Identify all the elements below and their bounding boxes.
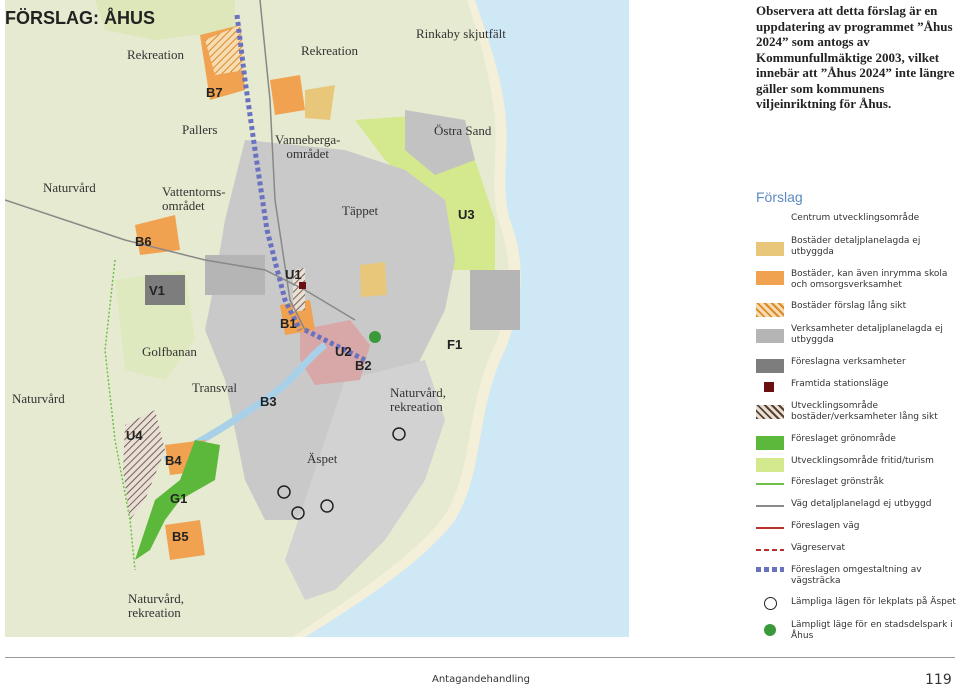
line-red-icon [756,527,784,529]
line-red-dashed-icon [756,549,784,551]
legend-label: Bostäder detaljplanelagda ej utbyggda [791,236,921,257]
legend-item: Utvecklingsområde bostäder/verksamheter … [756,401,956,423]
legend-label: Föreslagen omgestaltning av vägsträcka [791,565,922,586]
code-b4: B4 [165,453,182,468]
housing-tappet [360,262,387,297]
hatch-orange-icon [756,303,784,317]
legend-label: Bostäder, kan även inrymma skola och oms… [791,269,948,290]
label-naturvard-west: Naturvård [43,180,96,195]
footer-status: Antagandehandling [432,674,530,685]
code-b7: B7 [206,85,223,100]
legend-item: Bostäder förslag lång sikt [756,301,956,323]
legend-item: Föreslaget grönstråk [756,477,956,499]
code-u1: U1 [285,267,302,282]
label-ostra-sand: Östra Sand [434,123,492,138]
notice-text: Observera att detta förslag är en uppdat… [756,3,955,111]
label-rekreation-west: Rekreation [127,47,185,62]
code-b6: B6 [135,234,152,249]
circle-outline-icon [764,597,777,610]
label-naturvard-rekreation-east: Naturvård, rekreation [390,385,446,415]
legend-item: Vägreservat [756,543,956,565]
code-b2: B2 [355,358,372,373]
legend-label: Utvecklingsområde bostäder/verksamheter … [791,401,938,422]
label-pallers: Pallers [182,122,218,137]
legend-item: Verksamheter detaljplanelagda ej utbyggd… [756,324,956,346]
legend-label: Verksamheter detaljplanelagda ej utbyggd… [791,324,943,345]
swatch-light-orange-icon [756,242,784,256]
legend-label: Centrum utvecklingsområde [791,213,920,223]
park-marker [369,331,381,343]
swatch-dark-gray-icon [756,359,784,373]
legend-label: Lämpliga lägen för lekplats på Äspet [791,597,956,607]
legend-item: Bostäder, kan även inrymma skola och oms… [756,269,956,291]
label-vanneberga: Vanneberga- området [275,132,341,162]
legend-item: Föreslagna verksamheter [756,357,956,379]
code-u3: U3 [458,207,475,222]
orange-area-north [270,75,305,115]
light-orange-area-north [305,85,335,120]
label-vattentorns: Vattentorns- området [162,184,226,214]
station-square-icon [764,382,774,392]
page-number: 119 [925,672,952,688]
legend-label: Föreslaget grönområde [791,434,896,444]
label-aspet: Äspet [307,451,338,466]
legend-item: Utvecklingsområde fritid/turism [756,456,956,478]
code-b5: B5 [172,529,189,544]
map-canvas [5,0,629,637]
legend-label: Föreslagen väg [791,521,860,531]
label-transval: Transval [192,380,238,395]
code-g1: G1 [170,491,188,506]
code-f1: F1 [447,337,463,352]
swatch-orange-icon [756,271,784,285]
code-v1: V1 [149,283,165,298]
swatch-green-icon [756,436,784,450]
code-u2: U2 [335,344,352,359]
footer-divider [5,657,955,658]
code-u4: U4 [126,428,143,443]
legend-item: Väg detaljplanelagd ej utbyggd [756,499,956,521]
legend-item: Föreslagen omgestaltning av vägsträcka [756,565,956,587]
legend-item: Bostäder detaljplanelagda ej utbyggda [756,236,956,258]
legend-label: Vägreservat [791,543,846,553]
swatch-light-gray-icon [756,329,784,343]
legend-label: Utvecklingsområde fritid/turism [791,456,934,466]
legend-item: Föreslagen väg [756,521,956,543]
hatch-dark-icon [756,405,784,419]
line-green-icon [756,483,784,485]
code-b1: B1 [280,316,297,331]
legend-label: Väg detaljplanelagd ej utbyggd [791,499,932,509]
swatch-light-green-icon [756,458,784,472]
legend-item: Föreslaget grönområde [756,434,956,456]
line-blue-dashed-icon [756,567,784,572]
page-title: FÖRSLAG: ÅHUS [5,8,155,28]
legend-item: Framtida stationsläge [756,379,956,401]
label-naturvard-southwest: Naturvård [12,391,65,406]
code-b3: B3 [260,394,277,409]
legend-item: Centrum utvecklingsområde [756,213,956,235]
map[interactable]: Rekreation Rekreation Rinkaby skjutfält … [5,0,629,637]
label-golfbanan: Golfbanan [142,344,197,359]
circle-green-icon [764,624,776,636]
legend-label: Lämpligt läge för en stadsdelspark i Åhu… [791,620,953,641]
legend-label: Bostäder förslag lång sikt [791,301,907,311]
legend-title: Förslag [756,189,803,205]
legend-label: Föreslaget grönstråk [791,477,884,487]
legend-item: Lämpliga lägen för lekplats på Äspet [756,597,956,619]
line-gray-icon [756,505,784,507]
label-rekreation-east: Rekreation [301,43,359,58]
legend-label: Föreslagna verksamheter [791,357,906,367]
station-marker [299,282,306,289]
label-naturvard-rekreation-south: Naturvård, rekreation [128,591,184,621]
legend-label: Framtida stationsläge [791,379,889,389]
label-tappet: Täppet [342,203,379,218]
label-rinkaby: Rinkaby skjutfält [416,26,506,41]
industry-area-east [470,270,520,330]
legend-item: Lämpligt läge för en stadsdelspark i Åhu… [756,620,956,642]
